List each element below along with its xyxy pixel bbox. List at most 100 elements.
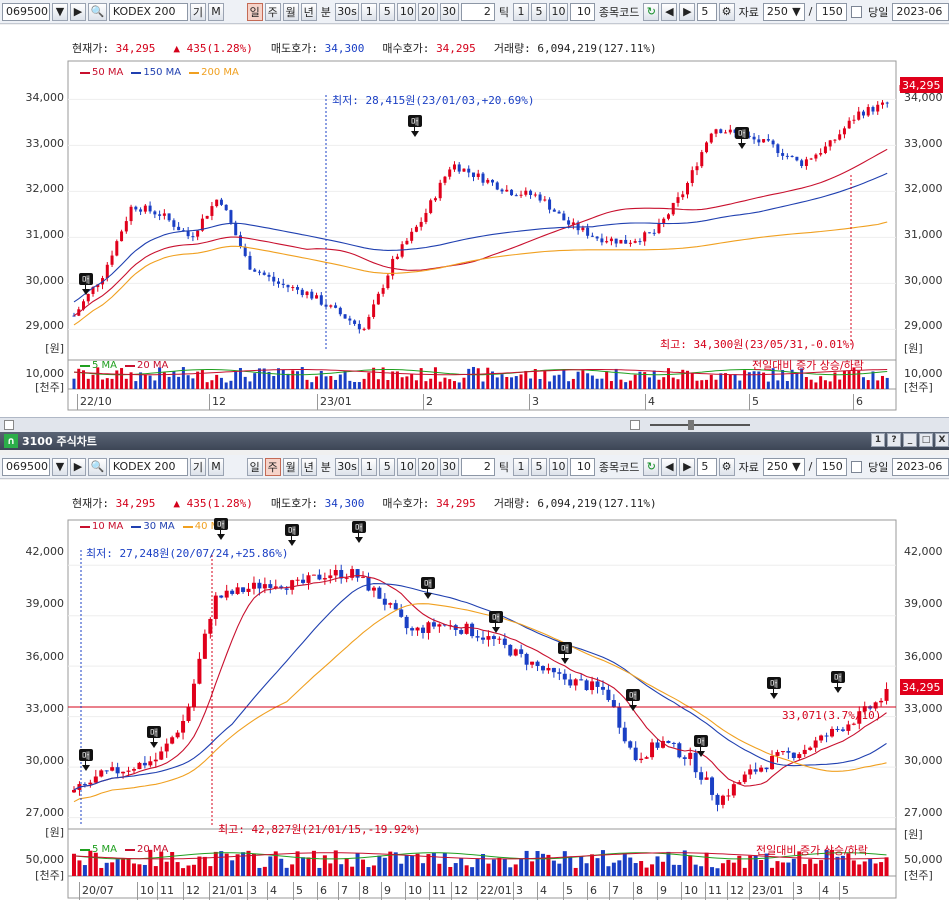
prev-arrow-icon[interactable]: ◀ <box>661 2 678 21</box>
volume-bar <box>310 382 314 389</box>
tick-count-input-2[interactable]: 10 <box>570 457 595 476</box>
scroll-thumb[interactable] <box>630 420 640 430</box>
volume-bar <box>486 367 490 389</box>
date-input[interactable]: 2023-06 <box>892 2 949 21</box>
volume-bar <box>780 862 785 876</box>
code-input[interactable]: 069500 <box>2 2 50 21</box>
tick-input-2[interactable]: 2 <box>460 457 495 476</box>
tick-count-input[interactable]: 10 <box>570 2 595 21</box>
period-year-tab-2[interactable]: 년 <box>300 457 317 476</box>
volume-bar <box>719 373 723 389</box>
maximize-button[interactable]: □ <box>919 433 933 447</box>
next-button[interactable]: ▶ <box>70 2 86 21</box>
xtick-1: 23/01 <box>320 395 352 408</box>
volume-bar <box>785 381 789 389</box>
step-input[interactable]: 5 <box>697 2 717 21</box>
close-button[interactable]: X <box>935 433 949 447</box>
min30-button-2[interactable]: 30 <box>439 457 459 476</box>
date-input-2[interactable]: 2023-06 <box>892 457 949 476</box>
scroll-left-button[interactable] <box>4 420 14 430</box>
min1-button-2[interactable]: 1 <box>361 457 378 476</box>
today-checkbox[interactable] <box>850 5 863 18</box>
period-month-tab-2[interactable]: 월 <box>282 457 299 476</box>
period-day-tab-2[interactable]: 일 <box>246 457 263 476</box>
min30-button[interactable]: 30 <box>439 2 459 21</box>
refresh-icon[interactable]: ↻ <box>643 457 660 476</box>
tick-input[interactable]: 2 <box>460 2 495 21</box>
volume-bar <box>77 860 82 876</box>
help-button[interactable]: ? <box>887 433 901 447</box>
xtick-2: 10 <box>408 884 422 897</box>
min10-button-2[interactable]: 10 <box>397 457 417 476</box>
min1-button[interactable]: 1 <box>361 2 378 21</box>
search-icon[interactable]: 🔍 <box>88 457 107 476</box>
next-arrow-icon[interactable]: ▶ <box>679 457 696 476</box>
m-button-2[interactable]: M <box>207 457 224 476</box>
min5-button[interactable]: 5 <box>379 2 396 21</box>
volume-bar <box>257 867 262 876</box>
tick5-button-2[interactable]: 5 <box>530 457 547 476</box>
candle-down <box>296 287 300 290</box>
today-checkbox-2[interactable] <box>850 460 863 473</box>
volume-bar <box>230 860 235 876</box>
candle-down <box>404 616 409 629</box>
m-button[interactable]: M <box>207 2 224 21</box>
sec30-button-2[interactable]: 30s <box>334 457 360 476</box>
total-input[interactable]: 150 <box>816 2 847 21</box>
code-input-2[interactable]: 069500 <box>2 457 50 476</box>
window-num-button[interactable]: 1 <box>871 433 885 447</box>
zoom-slider[interactable] <box>650 424 750 426</box>
candle-up <box>819 735 824 741</box>
candle-up <box>424 212 428 222</box>
gi-button[interactable]: 기 <box>189 2 206 21</box>
min20-button[interactable]: 20 <box>418 2 438 21</box>
settings-icon[interactable]: ⚙ <box>718 2 735 21</box>
period-week-tab[interactable]: 주 <box>264 2 281 21</box>
candle-down <box>795 156 799 161</box>
next-button-2[interactable]: ▶ <box>70 457 86 476</box>
next-arrow-icon[interactable]: ▶ <box>679 2 696 21</box>
xtick-2: 12 <box>730 884 744 897</box>
price-chart-2[interactable] <box>0 480 949 902</box>
xtick-2: 4 <box>270 884 277 897</box>
count-select-2[interactable]: 250 ▼ <box>762 457 805 476</box>
tick10-button-2[interactable]: 10 <box>548 457 569 476</box>
gi-button-2[interactable]: 기 <box>189 457 206 476</box>
tick1-button[interactable]: 1 <box>512 2 529 21</box>
ytick-right-2: 33,000 <box>904 702 943 715</box>
period-year-tab[interactable]: 년 <box>300 2 317 21</box>
candle-up <box>371 587 376 591</box>
tick10-button[interactable]: 10 <box>548 2 569 21</box>
tick5-button[interactable]: 5 <box>530 2 547 21</box>
period-week-tab-2[interactable]: 주 <box>264 457 281 476</box>
min10-button[interactable]: 10 <box>397 2 417 21</box>
volume-bar <box>871 371 875 389</box>
sec30-button[interactable]: 30s <box>334 2 360 21</box>
period-month-tab[interactable]: 월 <box>282 2 299 21</box>
candle-up <box>328 575 333 579</box>
refresh-icon[interactable]: ↻ <box>643 2 660 21</box>
search-icon[interactable]: 🔍 <box>88 2 107 21</box>
code-dropdown-button[interactable]: ▼ <box>52 2 68 21</box>
settings-icon[interactable]: ⚙ <box>718 457 735 476</box>
volume-bar <box>324 376 328 389</box>
volume-bar <box>142 864 147 876</box>
volume-bar <box>115 370 119 389</box>
scrollbar-1[interactable] <box>0 417 949 433</box>
prev-arrow-icon[interactable]: ◀ <box>661 457 678 476</box>
code-dropdown-button-2[interactable]: ▼ <box>52 457 68 476</box>
zoom-slider-handle[interactable] <box>688 420 694 430</box>
candle-up <box>573 679 578 686</box>
step-input-2[interactable]: 5 <box>697 457 717 476</box>
ytick-right: 32,000 <box>904 182 943 195</box>
min20-button-2[interactable]: 20 <box>418 457 438 476</box>
count-select[interactable]: 250 ▼ <box>762 2 805 21</box>
volume-bar <box>671 864 676 876</box>
tick1-button-2[interactable]: 1 <box>512 457 529 476</box>
period-day-tab[interactable]: 일 <box>246 2 263 21</box>
minimize-button[interactable]: _ <box>903 433 917 447</box>
candle-up <box>728 129 732 133</box>
total-input-2[interactable]: 150 <box>816 457 847 476</box>
min5-button-2[interactable]: 5 <box>379 457 396 476</box>
toolbar-top: 069500 ▼ ▶ 🔍 KODEX 200 기 M 일 주 월 년 분 30s… <box>0 0 949 24</box>
